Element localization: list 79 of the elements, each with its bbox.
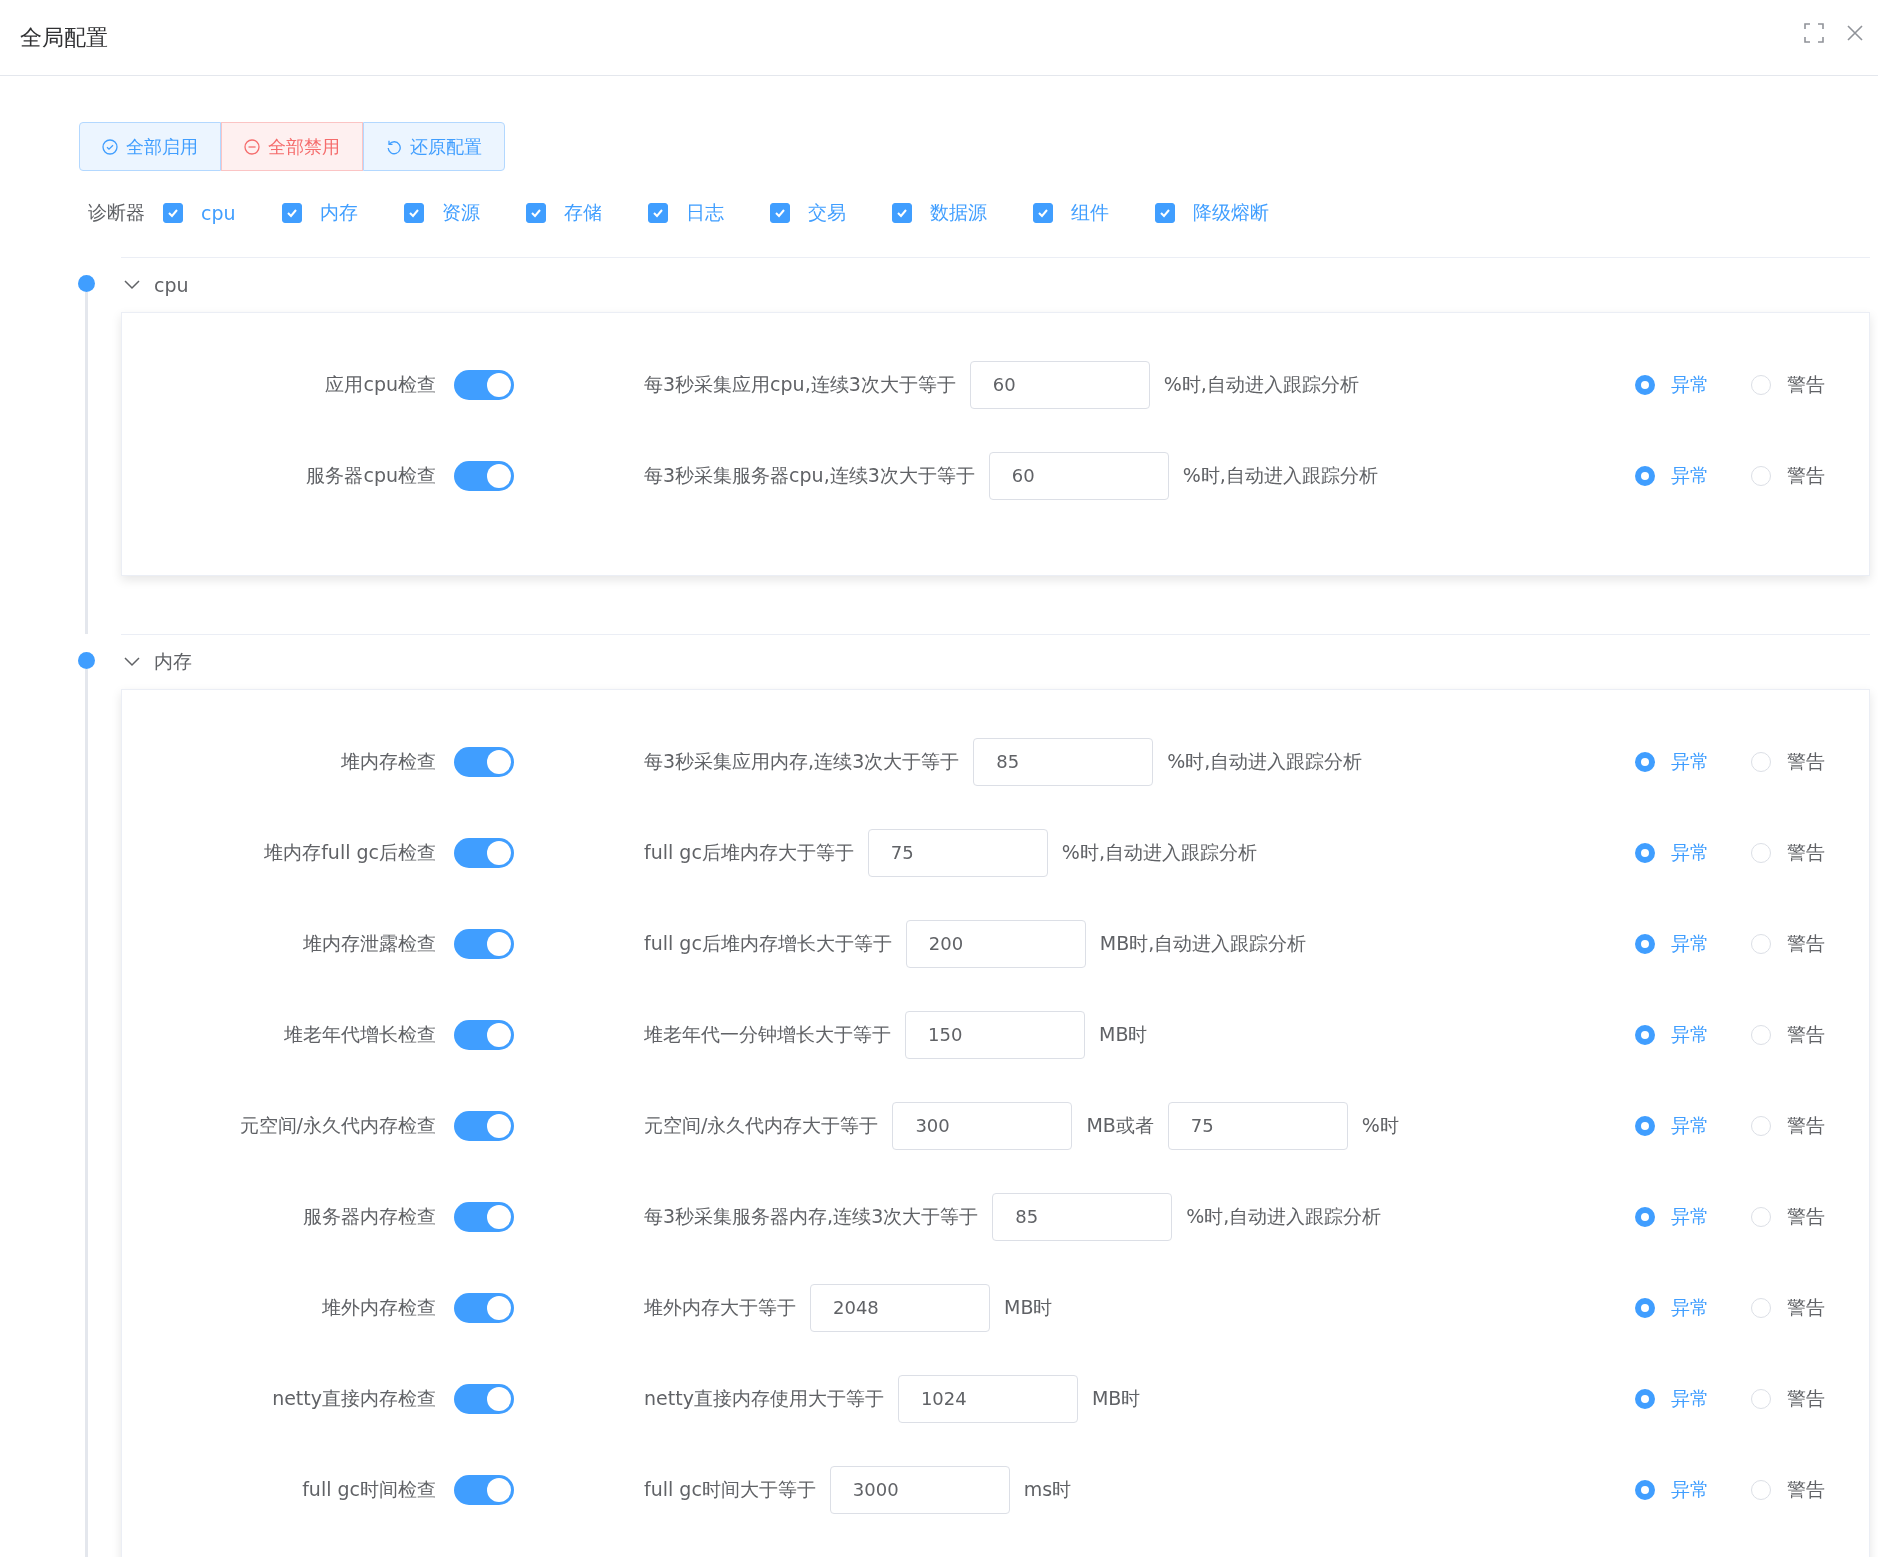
check-label: 服务器cpu检查 — [305, 462, 436, 488]
rule-text: MB时,自动进入跟踪分析 — [1099, 930, 1307, 956]
rule-text: ms时 — [1023, 1476, 1072, 1502]
check-label: 堆内存检查 — [340, 748, 436, 774]
rule-text: netty直接内存使用大于等于 — [644, 1385, 884, 1411]
rule-text: 元空间/永久代内存大于等于 — [644, 1112, 879, 1138]
window-title: 全局配置 — [20, 23, 108, 52]
check-label: netty直接内存检查 — [271, 1385, 436, 1411]
rule-text: MB时 — [1004, 1294, 1053, 1320]
threshold-input[interactable]: 75 — [867, 828, 1048, 877]
rule-text: 每3秒采集应用内存,连续3次大于等于 — [644, 748, 960, 774]
check-label: 堆老年代增长检查 — [283, 1021, 436, 1047]
check-label: 服务器内存检查 — [302, 1203, 436, 1229]
threshold-input[interactable]: 75 — [1167, 1101, 1348, 1150]
toggle-switch[interactable] — [454, 746, 514, 777]
rule-text: %时,自动进入跟踪分析 — [1182, 462, 1378, 488]
toggle-switch[interactable] — [454, 1383, 514, 1414]
rule-text: 堆外内存大于等于 — [644, 1294, 796, 1320]
chevron-icon — [124, 280, 140, 290]
diagnostics-label: 诊断器 — [88, 200, 145, 225]
level-radio[interactable]: 警告 — [1751, 1385, 1825, 1412]
level-radio[interactable]: 警告 — [1751, 1294, 1825, 1321]
rule-text: %时 — [1361, 1112, 1399, 1138]
threshold-input[interactable]: 150 — [905, 1010, 1085, 1059]
check-label: 堆内存full gc后检查 — [263, 839, 436, 865]
rule-text: full gc时间大于等于 — [644, 1476, 816, 1502]
rule-text: MB时 — [1091, 1385, 1141, 1411]
rule-text: 每3秒采集服务器内存,连续3次大于等于 — [644, 1203, 979, 1229]
toggle-switch[interactable] — [454, 928, 514, 959]
threshold-input[interactable]: 300 — [892, 1101, 1073, 1150]
toggle-switch[interactable] — [454, 1201, 514, 1232]
level-radio[interactable]: 警告 — [1751, 930, 1825, 957]
rule-text: 每3秒采集服务器cpu,连续3次大于等于 — [644, 462, 975, 488]
timeline-dot — [78, 652, 95, 669]
check-label: full gc时间检查 — [301, 1476, 436, 1502]
rule-text: %时,自动进入跟踪分析 — [1186, 1203, 1382, 1229]
rule-text: MB或者 — [1086, 1112, 1154, 1138]
rule-text: full gc后堆内存大于等于 — [644, 839, 854, 865]
check-circle-icon — [102, 138, 118, 155]
rule-text: 堆老年代一分钟增长大于等于 — [644, 1021, 891, 1047]
check-label: 应用cpu检查 — [324, 371, 436, 397]
rule-text: %时,自动进入跟踪分析 — [1163, 371, 1359, 397]
threshold-input[interactable]: 85 — [973, 737, 1154, 786]
timeline-dot — [78, 275, 95, 292]
rule-text: 每3秒采集应用cpu,连续3次大于等于 — [644, 371, 956, 397]
level-radio[interactable]: 警告 — [1751, 371, 1825, 398]
threshold-input[interactable]: 60 — [969, 360, 1150, 409]
level-radio[interactable]: 警告 — [1751, 462, 1825, 489]
threshold-input[interactable]: 60 — [988, 451, 1169, 500]
rule-text: %时,自动进入跟踪分析 — [1167, 748, 1363, 774]
refresh-icon — [386, 138, 402, 155]
level-radio[interactable]: 警告 — [1751, 1203, 1825, 1230]
level-radio[interactable]: 警告 — [1751, 839, 1825, 866]
chevron-icon — [124, 657, 140, 667]
toggle-switch[interactable] — [454, 837, 514, 868]
rule-text: %时,自动进入跟踪分析 — [1061, 839, 1257, 865]
level-radio[interactable]: 警告 — [1751, 748, 1825, 775]
fullscreen-icon[interactable] — [1804, 22, 1824, 43]
threshold-input[interactable]: 200 — [905, 919, 1086, 968]
minus-circle-icon — [244, 138, 260, 155]
threshold-input[interactable]: 1024 — [897, 1374, 1078, 1423]
check-label: 堆内存泄露检查 — [302, 930, 436, 956]
threshold-input[interactable]: 85 — [992, 1192, 1173, 1241]
toggle-switch[interactable] — [454, 1110, 514, 1141]
toggle-switch[interactable] — [454, 1292, 514, 1323]
threshold-input[interactable]: 2048 — [810, 1283, 990, 1332]
threshold-input[interactable]: 3000 — [829, 1465, 1010, 1514]
toggle-switch[interactable] — [454, 460, 514, 491]
toggle-switch[interactable] — [454, 369, 514, 400]
toggle-switch[interactable] — [454, 1474, 514, 1505]
check-label: 元空间/永久代内存检查 — [238, 1112, 436, 1138]
level-radio[interactable]: 警告 — [1751, 1476, 1825, 1503]
toggle-switch[interactable] — [454, 1019, 514, 1050]
close-icon[interactable] — [1846, 23, 1864, 42]
check-label: 堆外内存检查 — [321, 1294, 436, 1320]
rule-text: full gc后堆内存增长大于等于 — [644, 930, 892, 956]
level-radio[interactable]: 警告 — [1751, 1112, 1825, 1139]
rule-text: MB时 — [1099, 1021, 1148, 1047]
level-radio[interactable]: 警告 — [1751, 1021, 1825, 1048]
